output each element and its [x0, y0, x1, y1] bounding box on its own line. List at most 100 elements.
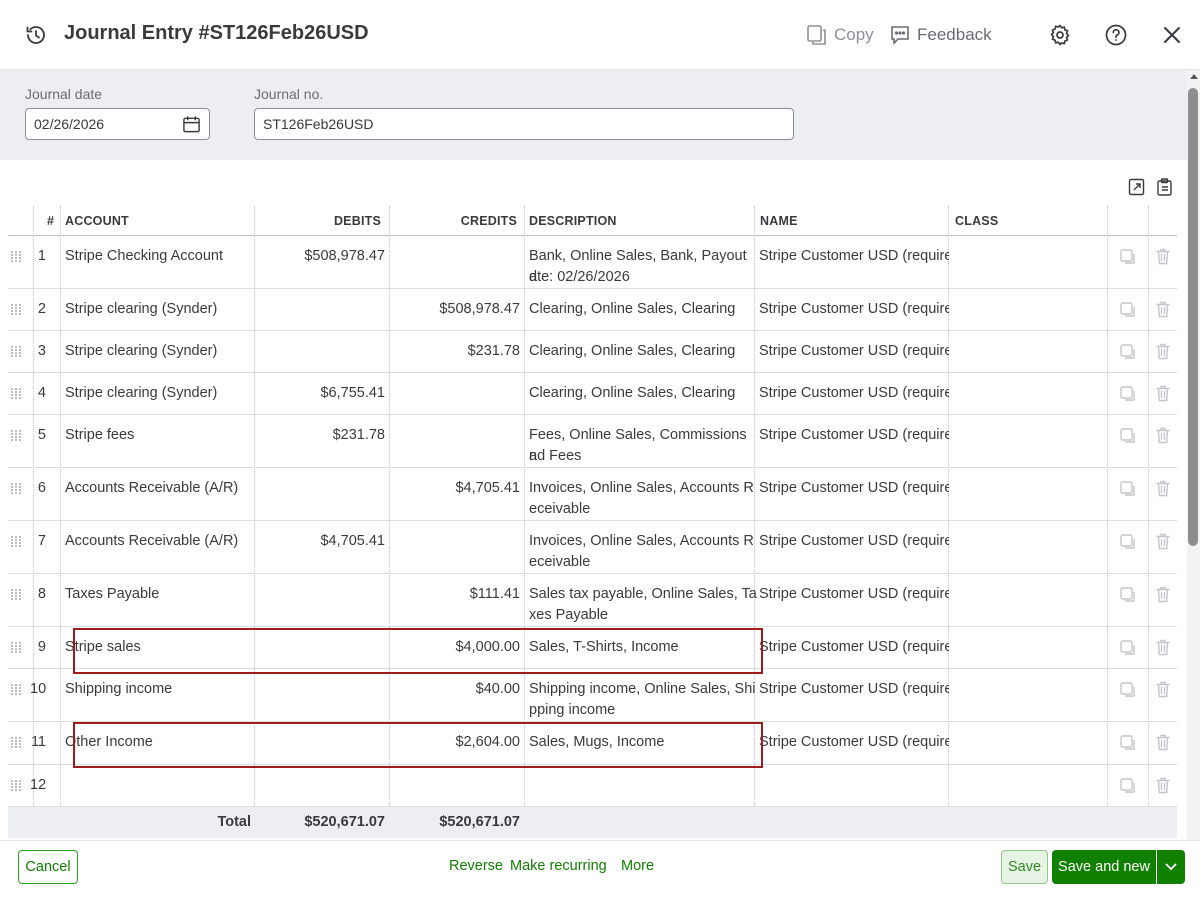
- account-cell[interactable]: Accounts Receivable (A/R): [65, 478, 255, 499]
- journal-no-field[interactable]: ST126Feb26USD: [254, 108, 794, 140]
- name-cell[interactable]: Stripe Customer USD (require: [759, 425, 949, 446]
- paste-icon[interactable]: [1156, 178, 1174, 196]
- duplicate-icon[interactable]: [1119, 586, 1137, 604]
- description-cell-cont[interactable]: eceivable: [529, 499, 757, 520]
- name-cell[interactable]: Stripe Customer USD (require: [759, 341, 949, 362]
- drag-handle-icon[interactable]: [11, 536, 23, 548]
- credit-cell[interactable]: $508,978.47: [393, 299, 520, 320]
- debit-cell[interactable]: $6,755.41: [258, 383, 385, 404]
- duplicate-icon[interactable]: [1119, 385, 1137, 403]
- gear-icon[interactable]: [1048, 23, 1072, 47]
- account-cell[interactable]: Shipping income: [65, 679, 255, 700]
- duplicate-icon[interactable]: [1119, 248, 1137, 266]
- credit-cell[interactable]: $4,000.00: [393, 637, 520, 658]
- name-cell[interactable]: Stripe Customer USD (require: [759, 383, 949, 404]
- table-row[interactable]: 5 Stripe fees $231.78 Fees, Online Sales, C…: [8, 415, 1177, 468]
- table-row[interactable]: 8 Taxes Payable $111.41 Sales tax payable, …: [8, 574, 1177, 627]
- duplicate-icon[interactable]: [1119, 734, 1137, 752]
- description-cell[interactable]: Sales, Mugs, Income: [529, 732, 757, 753]
- cancel-button[interactable]: Cancel: [18, 850, 78, 884]
- table-row[interactable]: 10 Shipping income $40.00 Shipping income, …: [8, 669, 1177, 722]
- duplicate-icon[interactable]: [1119, 427, 1137, 445]
- duplicate-icon[interactable]: [1119, 681, 1137, 699]
- save-options-dropdown[interactable]: [1157, 850, 1185, 884]
- account-cell[interactable]: Taxes Payable: [65, 584, 255, 605]
- drag-handle-icon[interactable]: [11, 251, 23, 263]
- name-cell[interactable]: Stripe Customer USD (require: [759, 732, 949, 753]
- table-row[interactable]: 1 Stripe Checking Account $508,978.47 Bank,…: [8, 236, 1177, 289]
- table-row[interactable]: 12: [8, 765, 1177, 807]
- drag-handle-icon[interactable]: [11, 684, 23, 696]
- name-cell[interactable]: Stripe Customer USD (require: [759, 637, 949, 658]
- description-cell-cont[interactable]: pping income: [529, 700, 757, 721]
- drag-handle-icon[interactable]: [11, 388, 23, 400]
- duplicate-icon[interactable]: [1119, 301, 1137, 319]
- description-cell[interactable]: Clearing, Online Sales, Clearing: [529, 299, 757, 320]
- credit-cell[interactable]: $2,604.00: [393, 732, 520, 753]
- account-cell[interactable]: Stripe fees: [65, 425, 255, 446]
- drag-handle-icon[interactable]: [11, 430, 23, 442]
- save-button[interactable]: Save: [1001, 850, 1048, 884]
- help-icon[interactable]: [1104, 23, 1128, 47]
- save-and-new-button[interactable]: Save and new: [1052, 850, 1156, 884]
- description-cell[interactable]: Invoices, Online Sales, Accounts R: [529, 531, 757, 552]
- scroll-up-arrow[interactable]: [1190, 74, 1198, 79]
- description-cell[interactable]: Sales tax payable, Online Sales, Ta: [529, 584, 757, 605]
- description-cell[interactable]: Clearing, Online Sales, Clearing: [529, 383, 757, 404]
- calendar-icon[interactable]: [182, 115, 201, 134]
- trash-icon[interactable]: [1154, 300, 1172, 318]
- drag-handle-icon[interactable]: [11, 780, 23, 792]
- description-cell-cont[interactable]: xes Payable: [529, 605, 757, 626]
- table-row[interactable]: 9 Stripe sales $4,000.00 Sales, T-Shirts, I…: [8, 627, 1177, 669]
- drag-handle-icon[interactable]: [11, 483, 23, 495]
- make-recurring-link[interactable]: Make recurring: [510, 858, 607, 874]
- account-cell[interactable]: Accounts Receivable (A/R): [65, 531, 255, 552]
- debit-cell[interactable]: $508,978.47: [258, 246, 385, 267]
- table-row[interactable]: 4 Stripe clearing (Synder) $6,755.41 Cleari…: [8, 373, 1177, 415]
- account-cell[interactable]: Stripe clearing (Synder): [65, 383, 255, 404]
- table-row[interactable]: 3 Stripe clearing (Synder) $231.78 Clearing…: [8, 331, 1177, 373]
- account-cell[interactable]: Stripe Checking Account: [65, 246, 255, 267]
- copy-button[interactable]: Copy: [806, 22, 874, 48]
- name-cell[interactable]: Stripe Customer USD (require: [759, 299, 949, 320]
- account-cell[interactable]: Stripe sales: [65, 637, 255, 658]
- export-icon[interactable]: [1128, 178, 1146, 196]
- description-cell-cont[interactable]: eceivable: [529, 552, 757, 573]
- account-cell[interactable]: Stripe clearing (Synder): [65, 341, 255, 362]
- table-row[interactable]: 7 Accounts Receivable (A/R) $4,705.41 Invoi…: [8, 521, 1177, 574]
- duplicate-icon[interactable]: [1119, 777, 1137, 795]
- name-cell[interactable]: Stripe Customer USD (require: [759, 584, 949, 605]
- credit-cell[interactable]: $4,705.41: [393, 478, 520, 499]
- debit-cell[interactable]: $231.78: [258, 425, 385, 446]
- account-cell[interactable]: Other Income: [65, 732, 255, 753]
- more-link[interactable]: More: [621, 858, 654, 874]
- table-row[interactable]: 11 Other Income $2,604.00 Sales, Mugs, Inco…: [8, 722, 1177, 765]
- description-cell[interactable]: Invoices, Online Sales, Accounts R: [529, 478, 757, 499]
- trash-icon[interactable]: [1154, 247, 1172, 265]
- duplicate-icon[interactable]: [1119, 639, 1137, 657]
- trash-icon[interactable]: [1154, 733, 1172, 751]
- name-cell[interactable]: Stripe Customer USD (require: [759, 679, 949, 700]
- trash-icon[interactable]: [1154, 426, 1172, 444]
- description-cell[interactable]: Sales, T-Shirts, Income: [529, 637, 757, 658]
- trash-icon[interactable]: [1154, 342, 1172, 360]
- duplicate-icon[interactable]: [1119, 343, 1137, 361]
- account-cell[interactable]: Stripe clearing (Synder): [65, 299, 255, 320]
- table-row[interactable]: 6 Accounts Receivable (A/R) $4,705.41 Invoi…: [8, 468, 1177, 521]
- trash-icon[interactable]: [1154, 680, 1172, 698]
- name-cell[interactable]: Stripe Customer USD (require: [759, 478, 949, 499]
- debit-cell[interactable]: $4,705.41: [258, 531, 385, 552]
- duplicate-icon[interactable]: [1119, 533, 1137, 551]
- description-cell[interactable]: Shipping income, Online Sales, Shi: [529, 679, 757, 700]
- journal-date-field[interactable]: 02/26/2026: [25, 108, 210, 140]
- trash-icon[interactable]: [1154, 479, 1172, 497]
- description-cell-cont[interactable]: ate: 02/26/2026: [529, 267, 757, 288]
- description-cell-cont[interactable]: nd Fees: [529, 446, 757, 467]
- name-cell[interactable]: Stripe Customer USD (require: [759, 531, 949, 552]
- trash-icon[interactable]: [1154, 638, 1172, 656]
- duplicate-icon[interactable]: [1119, 480, 1137, 498]
- credit-cell[interactable]: $231.78: [393, 341, 520, 362]
- reverse-link[interactable]: Reverse: [449, 858, 503, 874]
- trash-icon[interactable]: [1154, 532, 1172, 550]
- drag-handle-icon[interactable]: [11, 589, 23, 601]
